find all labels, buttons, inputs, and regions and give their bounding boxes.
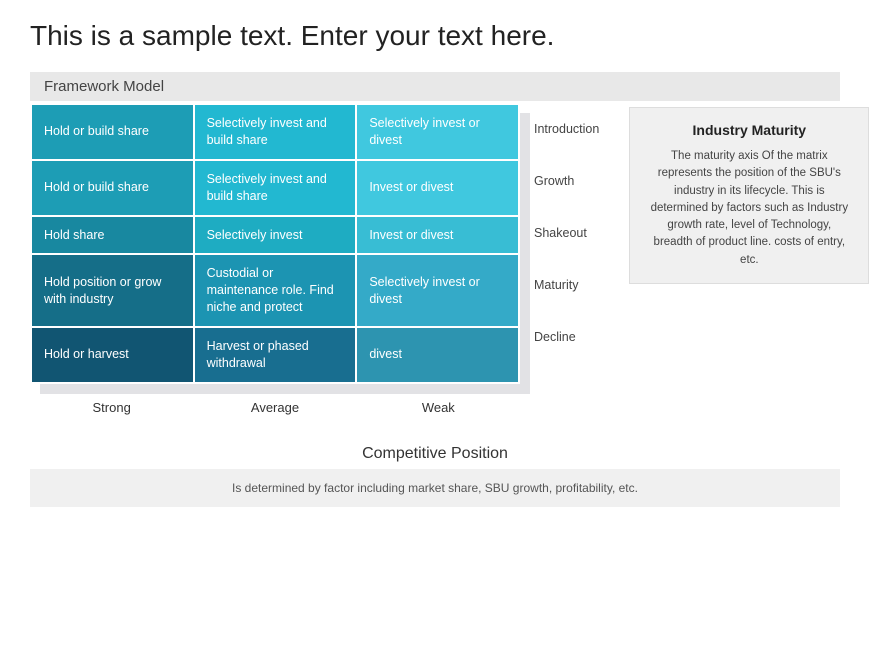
column-labels: StrongAverageWeak — [30, 392, 520, 415]
info-box: Industry Maturity The maturity axis Of t… — [629, 107, 869, 284]
col-label-weak: Weak — [357, 392, 520, 415]
cell-r5-c2: Harvest or phased withdrawal — [194, 327, 357, 383]
matrix-row: Hold position or grow with industryCusto… — [31, 254, 519, 327]
cell-r3-c1: Hold share — [31, 216, 194, 255]
cell-r3-c3: Invest or divest — [356, 216, 519, 255]
info-box-text: The maturity axis Of the matrix represen… — [646, 148, 852, 269]
stage-label-introduction: Introduction — [530, 103, 599, 155]
col-label-average: Average — [193, 392, 356, 415]
cell-r4-c3: Selectively invest or divest — [356, 254, 519, 327]
matrix-row: Hold or build shareSelectively invest an… — [31, 104, 519, 160]
matrix-table: Hold or build shareSelectively invest an… — [30, 103, 520, 384]
cell-r1-c2: Selectively invest and build share — [194, 104, 357, 160]
stage-label-shakeout: Shakeout — [530, 207, 599, 259]
stage-label-growth: Growth — [530, 155, 599, 207]
col-label-strong: Strong — [30, 392, 193, 415]
cell-r2-c2: Selectively invest and build share — [194, 160, 357, 216]
info-box-title: Industry Maturity — [646, 122, 852, 138]
main-title: This is a sample text. Enter your text h… — [30, 20, 840, 52]
cell-r1-c1: Hold or build share — [31, 104, 194, 160]
cell-r2-c3: Invest or divest — [356, 160, 519, 216]
framework-label: Framework Model — [30, 72, 840, 101]
cell-r3-c2: Selectively invest — [194, 216, 357, 255]
matrix-row: Hold or harvestHarvest or phased withdra… — [31, 327, 519, 383]
cell-r5-c1: Hold or harvest — [31, 327, 194, 383]
competitive-title: Competitive Position — [30, 445, 840, 463]
cell-r1-c3: Selectively invest or divest — [356, 104, 519, 160]
cell-r4-c1: Hold position or grow with industry — [31, 254, 194, 327]
matrix-row: Hold or build shareSelectively invest an… — [31, 160, 519, 216]
stage-label-maturity: Maturity — [530, 259, 599, 311]
stage-label-decline: Decline — [530, 311, 599, 363]
cell-r2-c1: Hold or build share — [31, 160, 194, 216]
matrix-row: Hold shareSelectively investInvest or di… — [31, 216, 519, 255]
cell-r5-c3: divest — [356, 327, 519, 383]
competitive-text: Is determined by factor including market… — [232, 481, 638, 495]
cell-r4-c2: Custodial or maintenance role. Find nich… — [194, 254, 357, 327]
